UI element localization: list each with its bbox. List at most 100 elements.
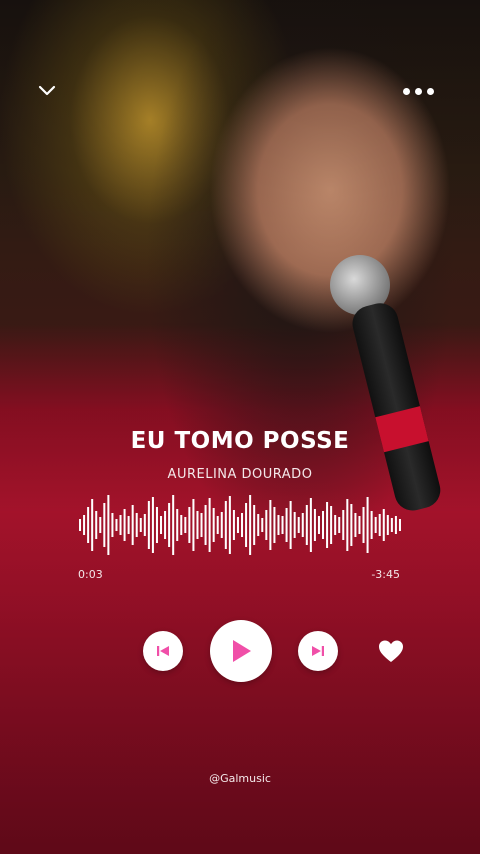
waveform-seek-bar[interactable] — [78, 494, 402, 556]
play-button[interactable] — [210, 620, 272, 682]
remaining-time: -3:45 — [371, 568, 400, 581]
track-artist: AURELINA DOURADO — [167, 467, 313, 482]
waveform-bar — [168, 503, 171, 547]
like-button[interactable] — [376, 637, 406, 665]
waveform-bar — [184, 517, 187, 533]
waveform-bar — [273, 507, 276, 543]
waveform-bar — [313, 509, 316, 541]
waveform-bar — [289, 501, 292, 549]
waveform-bar — [103, 503, 106, 547]
waveform-bar — [342, 510, 345, 540]
waveform-bar — [212, 508, 215, 542]
waveform-bar — [204, 505, 207, 545]
waveform-bar — [241, 513, 244, 537]
waveform-bar — [99, 517, 102, 533]
waveform-bar — [249, 495, 252, 555]
waveform-bar — [354, 513, 357, 537]
waveform-bar — [95, 511, 98, 539]
waveform-bar — [358, 516, 361, 534]
waveform-bar — [338, 517, 341, 533]
skip-previous-icon — [157, 646, 169, 656]
chevron-down-icon — [38, 85, 56, 96]
waveform-bar — [160, 516, 163, 534]
waveform-bar — [305, 505, 308, 545]
waveform-bar — [127, 516, 130, 534]
waveform-bar — [317, 516, 320, 534]
waveform-bar — [119, 515, 122, 535]
collapse-button[interactable] — [30, 74, 64, 108]
waveform-bar — [390, 518, 393, 532]
waveform-bar — [79, 519, 82, 531]
waveform-bar — [245, 503, 248, 547]
waveform-bar — [285, 508, 288, 542]
more-options-button[interactable] — [396, 78, 440, 104]
waveform-bar — [334, 515, 337, 535]
track-title: EU TOMO POSSE — [130, 428, 350, 454]
waveform-bar — [293, 512, 296, 538]
waveform-bar — [346, 499, 349, 551]
waveform-bar — [83, 515, 86, 535]
more-horizontal-icon-dot — [414, 87, 422, 95]
waveform-bar — [151, 497, 154, 553]
waveform-bar — [131, 505, 134, 545]
waveform-bar — [192, 499, 195, 551]
play-icon — [233, 640, 251, 662]
waveform-bar — [232, 510, 235, 540]
more-horizontal-icon-dot — [426, 87, 434, 95]
waveform-bar — [188, 507, 191, 543]
waveform-bar — [91, 499, 94, 551]
waveform-bar — [147, 501, 150, 549]
waveform-bar — [386, 515, 389, 535]
more-horizontal-icon — [402, 87, 410, 95]
waveform-bar — [370, 511, 373, 539]
waveform-bar — [200, 513, 203, 537]
waveform-bar — [164, 511, 167, 539]
waveform-bar — [309, 498, 312, 552]
waveform-bar — [220, 512, 223, 538]
next-button[interactable] — [298, 631, 338, 671]
waveform-bar — [111, 513, 114, 537]
waveform-bar — [196, 511, 199, 539]
waveform-bar — [281, 516, 284, 534]
waveform-bar — [253, 505, 256, 545]
waveform-bar — [155, 507, 158, 543]
heart-icon — [379, 640, 403, 662]
waveform-bar — [398, 519, 401, 531]
waveform-bar — [362, 507, 365, 543]
waveform-bar — [350, 504, 353, 546]
waveform-bar — [269, 500, 272, 550]
waveform-bar — [135, 513, 138, 537]
waveform-bar — [261, 518, 264, 532]
waveform-bar — [139, 518, 142, 532]
waveform-bar — [115, 519, 118, 531]
waveform-bar — [326, 502, 329, 548]
waveform-bar — [374, 517, 377, 533]
waveform-bar — [378, 514, 381, 536]
waveform-bar — [107, 495, 110, 555]
waveform-bar — [330, 506, 333, 544]
channel-handle: @Galmusic — [209, 772, 271, 785]
waveform-bar — [265, 510, 268, 540]
skip-next-icon — [312, 646, 324, 656]
waveform-bar — [180, 515, 183, 535]
waveform-bar — [257, 514, 260, 536]
waveform-bar — [87, 507, 90, 543]
waveform-bar — [176, 509, 179, 541]
waveform-bar — [228, 496, 231, 554]
waveform-bar — [208, 498, 211, 552]
waveform-bar — [216, 516, 219, 534]
waveform-bar — [143, 514, 146, 536]
waveform-bar — [236, 517, 239, 533]
waveform-bar — [297, 517, 300, 533]
elapsed-time: 0:03 — [78, 568, 103, 581]
waveform-bar — [123, 509, 126, 541]
waveform-bar — [224, 501, 227, 549]
previous-button[interactable] — [143, 631, 183, 671]
waveform-bar — [382, 509, 385, 541]
waveform-bar — [366, 497, 369, 553]
waveform-bar — [301, 513, 304, 537]
waveform-bar — [322, 511, 325, 539]
waveform-bar — [172, 495, 175, 555]
waveform-bar — [394, 516, 397, 534]
waveform-bar — [277, 515, 280, 535]
